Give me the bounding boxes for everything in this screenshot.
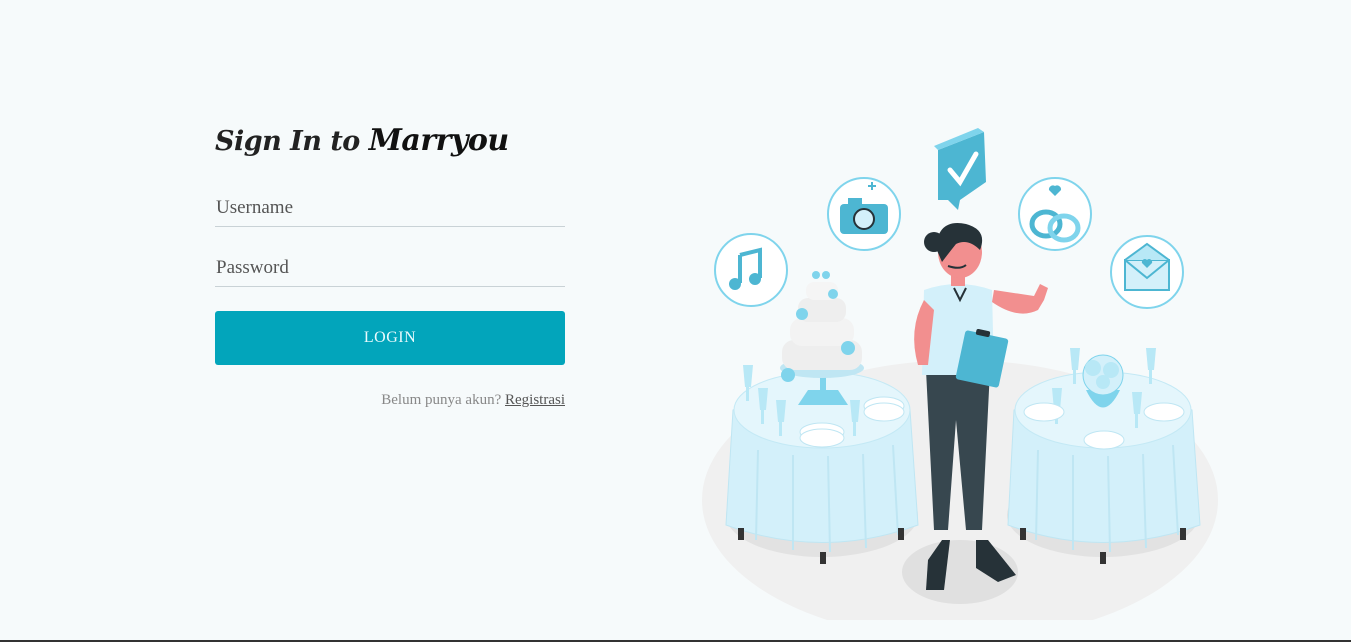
page-title: Sign In to Marryou [215, 120, 565, 162]
checkmark-icon [934, 128, 986, 210]
camera-icon [827, 177, 901, 251]
register-prompt: Belum punya akun? [381, 392, 502, 408]
register-link[interactable]: Registrasi [505, 392, 565, 408]
password-field-wrapper [215, 249, 565, 287]
login-button[interactable]: LOGIN [215, 311, 565, 365]
title-prefix: Sign In to [215, 126, 360, 157]
login-form: Sign In to Marryou LOGIN Belum punya aku… [215, 120, 565, 409]
username-input[interactable] [215, 189, 565, 226]
username-field-wrapper [215, 189, 565, 227]
music-icon [714, 233, 788, 307]
brand-name: Marryou [368, 123, 510, 158]
wedding-planner-illustration [702, 128, 1218, 620]
envelope-icon [1110, 235, 1184, 309]
register-row: Belum punya akun? Registrasi [215, 392, 565, 409]
rings-icon [1018, 177, 1092, 251]
password-input[interactable] [215, 249, 565, 286]
